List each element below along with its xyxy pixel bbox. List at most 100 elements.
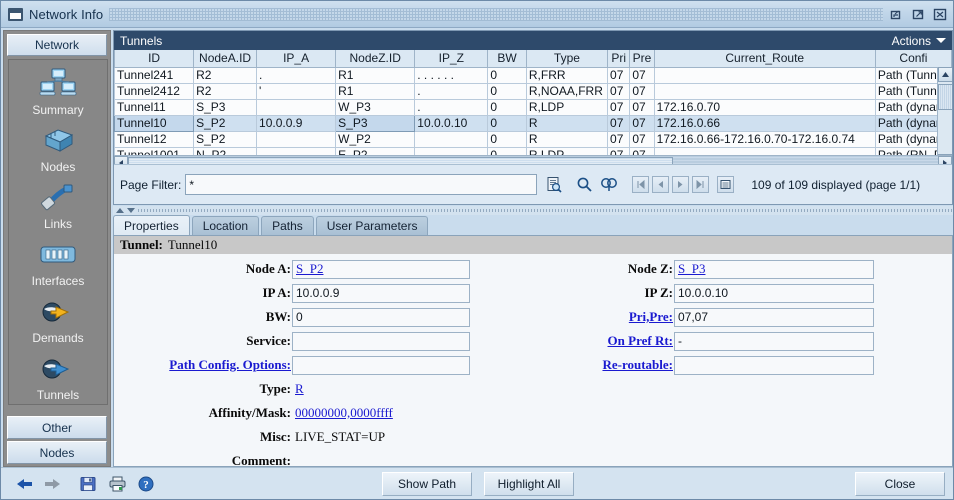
table-cell[interactable]: R2 [194, 83, 257, 99]
property-value[interactable] [292, 356, 470, 375]
property-value[interactable]: S_P2 [292, 260, 470, 279]
column-header-type[interactable]: Type [526, 50, 607, 67]
sidebar-item-links[interactable]: Links [9, 174, 107, 231]
table-cell[interactable]: 0 [488, 115, 527, 131]
table-cell[interactable]: R,FRR [526, 67, 607, 83]
table-cell[interactable]: W_P2 [336, 131, 415, 147]
table-cell[interactable]: . [257, 67, 336, 83]
sidebar-item-summary[interactable]: Summary [9, 60, 107, 117]
actions-menu-button[interactable]: Actions [892, 34, 946, 48]
splitter-collapse-down-icon[interactable] [127, 208, 135, 213]
table-cell[interactable]: 172.16.0.66 [654, 115, 875, 131]
property-value[interactable] [292, 332, 470, 351]
close-dialog-button[interactable]: Close [855, 472, 945, 496]
table-cell[interactable] [257, 99, 336, 115]
property-label[interactable]: Pri,Pre: [554, 309, 674, 325]
property-value[interactable] [674, 356, 874, 375]
table-cell[interactable]: 0 [488, 83, 527, 99]
table-cell[interactable]: R1 [336, 83, 415, 99]
find-detail-icon[interactable] [543, 174, 565, 196]
sidebar-item-interfaces[interactable]: Interfaces [9, 231, 107, 288]
column-header-pre[interactable]: Pre [630, 50, 654, 67]
table-row[interactable]: Tunnel10S_P210.0.0.9S_P310.0.0.100R07071… [115, 115, 952, 131]
first-page-icon[interactable] [632, 176, 649, 193]
table-cell[interactable] [257, 131, 336, 147]
column-header-confi[interactable]: Confi [875, 50, 951, 67]
property-value-link[interactable]: S_P3 [678, 261, 705, 277]
sidebar-network-button[interactable]: Network [7, 34, 107, 56]
table-cell[interactable]: . [415, 99, 488, 115]
table-cell[interactable]: S_P3 [336, 115, 415, 131]
column-header-pri[interactable]: Pri [608, 50, 630, 67]
column-header-nodea-id[interactable]: NodeA.ID [194, 50, 257, 67]
table-cell[interactable]: Tunnel12 [115, 131, 194, 147]
table-row[interactable]: Tunnel241R2.R1. . . . . .0R,FRR0707Path … [115, 67, 952, 83]
table-cell[interactable]: 0 [488, 131, 527, 147]
column-header-bw[interactable]: BW [488, 50, 527, 67]
last-page-icon[interactable] [692, 176, 709, 193]
table-cell[interactable]: 07 [608, 83, 630, 99]
prev-page-icon[interactable] [652, 176, 669, 193]
table-cell[interactable]: S_P2 [194, 115, 257, 131]
table-cell[interactable]: R [526, 131, 607, 147]
highlight-all-button[interactable]: Highlight All [484, 472, 574, 496]
property-value[interactable]: 0 [292, 308, 470, 327]
property-value[interactable]: 07,07 [674, 308, 874, 327]
panel-splitter[interactable] [113, 206, 953, 215]
table-row[interactable]: Tunnel2412R2'R1.0R,NOAA,FRR0707Path (Tun… [115, 83, 952, 99]
sidebar-item-demands[interactable]: Demands [9, 288, 107, 345]
table-cell[interactable]: S_P2 [194, 131, 257, 147]
table-cell[interactable]: 07 [630, 83, 654, 99]
property-value-link[interactable]: R [295, 381, 304, 397]
table-cell[interactable]: 07 [630, 67, 654, 83]
column-header-id[interactable]: ID [115, 50, 194, 67]
table-cell[interactable] [654, 67, 875, 83]
table-cell[interactable]: . . . . . . [415, 67, 488, 83]
table-cell[interactable]: . [415, 83, 488, 99]
scroll-up-icon[interactable] [938, 67, 952, 82]
property-label[interactable]: Path Config. Options: [114, 357, 292, 373]
sidebar-nodes-button[interactable]: Nodes [7, 441, 107, 464]
column-header-ip-a[interactable]: IP_A [257, 50, 336, 67]
table-cell[interactable]: Tunnel10 [115, 115, 194, 131]
table-cell[interactable]: R1 [336, 67, 415, 83]
tab-properties[interactable]: Properties [113, 215, 190, 235]
maximize-button[interactable] [911, 7, 926, 22]
table-cell[interactable]: Tunnel11 [115, 99, 194, 115]
table-vertical-scrollbar[interactable] [937, 67, 952, 169]
list-icon[interactable] [717, 176, 734, 193]
property-value[interactable]: - [674, 332, 874, 351]
table-cell[interactable]: 0 [488, 99, 527, 115]
close-button[interactable] [933, 7, 948, 22]
table-cell[interactable]: 172.16.0.66-172.16.0.70-172.16.0.74 [654, 131, 875, 147]
table-cell[interactable]: 07 [630, 115, 654, 131]
table-cell[interactable]: 10.0.0.10 [415, 115, 488, 131]
table-cell[interactable]: 07 [608, 67, 630, 83]
table-cell[interactable]: R,LDP [526, 99, 607, 115]
search-all-icon[interactable] [598, 174, 620, 196]
table-cell[interactable]: 07 [630, 131, 654, 147]
restore-button[interactable] [889, 7, 904, 22]
table-cell[interactable] [654, 83, 875, 99]
splitter-collapse-up-icon[interactable] [116, 208, 124, 213]
search-icon[interactable] [573, 174, 595, 196]
table-cell[interactable]: Tunnel2412 [115, 83, 194, 99]
column-header-current-route[interactable]: Current_Route [654, 50, 875, 67]
table-cell[interactable]: R2 [194, 67, 257, 83]
table-cell[interactable]: 0 [488, 67, 527, 83]
table-cell[interactable]: 07 [630, 99, 654, 115]
table-cell[interactable]: Tunnel241 [115, 67, 194, 83]
splitter-grip[interactable] [138, 209, 953, 212]
table-cell[interactable]: 07 [608, 131, 630, 147]
table-cell[interactable]: ' [257, 83, 336, 99]
table-row[interactable]: Tunnel12S_P2W_P20R0707172.16.0.66-172.16… [115, 131, 952, 147]
titlebar-drag-area[interactable] [109, 8, 883, 21]
table-cell[interactable]: 172.16.0.70 [654, 99, 875, 115]
vertical-scroll-thumb[interactable] [938, 84, 952, 110]
sidebar-item-nodes[interactable]: Nodes [9, 117, 107, 174]
tab-user-parameters[interactable]: User Parameters [316, 216, 429, 235]
column-header-ip-z[interactable]: IP_Z [415, 50, 488, 67]
table-cell[interactable]: R [526, 115, 607, 131]
show-path-button[interactable]: Show Path [382, 472, 472, 496]
property-label[interactable]: Re-routable: [554, 357, 674, 373]
